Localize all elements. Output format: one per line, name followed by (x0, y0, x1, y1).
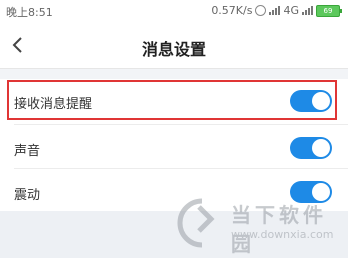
battery-level: 69 (316, 4, 340, 17)
watermark-logo-icon (177, 198, 215, 248)
signal-icon (269, 6, 281, 15)
setting-label-vibration: 震动 (14, 188, 41, 203)
toggle-sound[interactable] (290, 137, 332, 159)
network-speed: 0.57K/s (211, 4, 253, 17)
setting-row-sound: 声音 (0, 127, 348, 169)
watermark-url: www.downxia.com (231, 228, 334, 241)
signal-icon-2 (302, 6, 313, 15)
alarm-icon (255, 5, 267, 16)
divider (14, 168, 348, 169)
toggle-knob (312, 139, 330, 157)
page-title: 消息设置 (141, 40, 206, 59)
network-type: 4G (283, 4, 299, 17)
setting-label-sound: 声音 (14, 144, 41, 159)
watermark: 当下软件园 www.downxia.com (175, 195, 345, 256)
status-indicators: 0.57K/s 4G 69 (211, 4, 342, 17)
highlight-box (7, 80, 337, 120)
status-time: 晚上8:51 (6, 6, 53, 19)
nav-bar: 消息设置 (0, 22, 348, 69)
section-gap (0, 69, 348, 79)
battery-icon: 69 (316, 4, 342, 17)
status-bar: 晚上8:51 0.57K/s 4G 69 (0, 0, 348, 22)
divider (14, 124, 348, 125)
